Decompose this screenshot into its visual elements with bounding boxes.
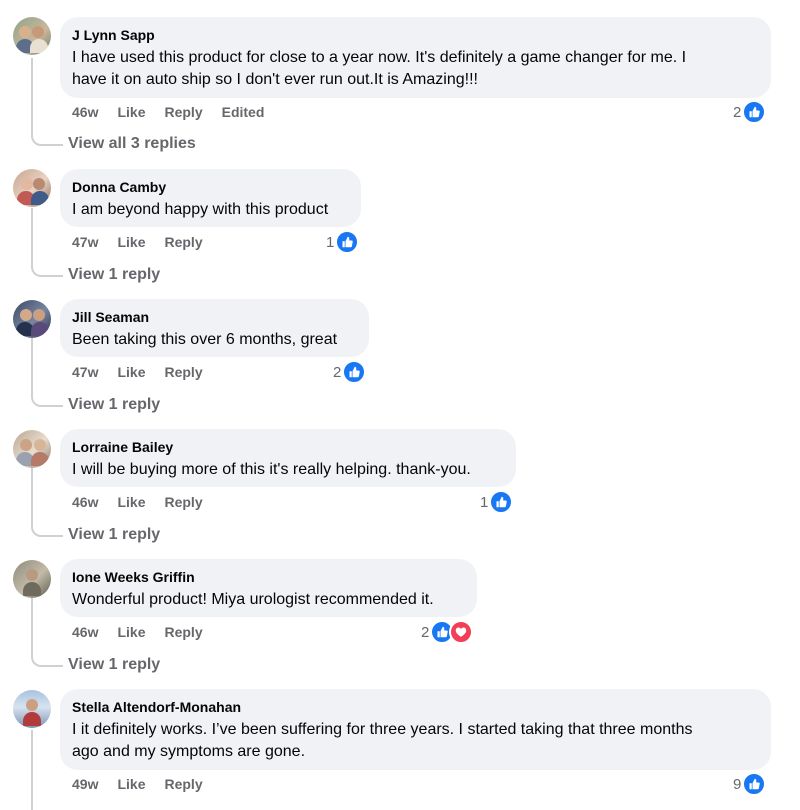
reaction-summary[interactable]: 9: [733, 772, 767, 796]
view-replies-link[interactable]: View all 3 replies: [68, 135, 196, 153]
comment-bubble: Jill Seaman Been taking this over 6 mont…: [60, 299, 369, 357]
comment-author[interactable]: Jill Seaman: [72, 308, 357, 326]
comment-text: I am beyond happy with this product: [72, 199, 349, 221]
like-button[interactable]: Like: [117, 494, 145, 510]
like-icon: [335, 230, 360, 254]
like-button[interactable]: Like: [117, 624, 145, 640]
reaction-summary[interactable]: 1: [480, 490, 514, 514]
avatar[interactable]: [13, 560, 51, 598]
thread-line: [31, 58, 63, 146]
reply-button[interactable]: Reply: [164, 494, 202, 510]
comment-text: I it definitely works. I’ve been sufferi…: [72, 719, 759, 763]
reply-button[interactable]: Reply: [164, 776, 202, 792]
thread-line: [31, 338, 63, 407]
thread-line: [31, 208, 63, 277]
timestamp-link[interactable]: 47w: [72, 234, 98, 250]
reaction-count: 2: [333, 363, 342, 381]
comment-text-line: I will be buying more of this it's reall…: [72, 461, 471, 478]
like-button[interactable]: Like: [117, 776, 145, 792]
reaction-summary[interactable]: 2: [421, 620, 474, 644]
comment-bubble: Ione Weeks Griffin Wonderful product! Mi…: [60, 559, 477, 617]
reply-button[interactable]: Reply: [164, 104, 202, 120]
comment-author[interactable]: J Lynn Sapp: [72, 26, 759, 44]
view-replies-link[interactable]: View 1 reply: [68, 396, 160, 414]
edited-label[interactable]: Edited: [222, 104, 265, 120]
view-replies-link[interactable]: View 1 reply: [68, 656, 160, 674]
comment-text: I have used this product for close to a …: [72, 47, 759, 91]
comment-bubble: Stella Altendorf-Monahan I it definitely…: [60, 689, 771, 770]
comment-author[interactable]: Donna Camby: [72, 178, 349, 196]
like-button[interactable]: Like: [117, 364, 145, 380]
comment-text-line: ago and my symptoms are gone.: [72, 743, 306, 760]
reaction-count: 9: [733, 775, 742, 793]
timestamp-link[interactable]: 49w: [72, 776, 98, 792]
reaction-summary[interactable]: 1: [326, 230, 360, 254]
like-button[interactable]: Like: [117, 104, 145, 120]
reply-button[interactable]: Reply: [164, 234, 202, 250]
thread-line: [31, 468, 63, 537]
reaction-count: 2: [733, 103, 742, 121]
comment-text-line: Wonderful product! Miya urologist recomm…: [72, 591, 434, 608]
avatar[interactable]: [13, 169, 51, 207]
reaction-count: 1: [326, 233, 335, 251]
comment-text-line: I am beyond happy with this product: [72, 201, 329, 218]
comment-bubble: J Lynn Sapp I have used this product for…: [60, 17, 771, 98]
comment-text: Wonderful product! Miya urologist recomm…: [72, 589, 465, 611]
timestamp-link[interactable]: 46w: [72, 624, 98, 640]
like-icon: [742, 100, 767, 124]
view-replies-link[interactable]: View 1 reply: [68, 266, 160, 284]
timestamp-link[interactable]: 47w: [72, 364, 98, 380]
comment-author[interactable]: Lorraine Bailey: [72, 438, 504, 456]
reply-button[interactable]: Reply: [164, 364, 202, 380]
timestamp-link[interactable]: 46w: [72, 494, 98, 510]
like-icon: [742, 772, 767, 796]
comment-bubble: Donna Camby I am beyond happy with this …: [60, 169, 361, 227]
thread-line: [31, 598, 63, 667]
reaction-count: 2: [421, 623, 430, 641]
comment-text: I will be buying more of this it's reall…: [72, 459, 504, 481]
thread-line: [31, 730, 63, 810]
avatar[interactable]: [13, 690, 51, 728]
comment-actions: 46w Like Reply: [72, 624, 203, 640]
reaction-summary[interactable]: 2: [733, 100, 767, 124]
comment-author[interactable]: Stella Altendorf-Monahan: [72, 698, 759, 716]
reaction-count: 1: [480, 493, 489, 511]
avatar[interactable]: [13, 300, 51, 338]
like-icon: [489, 490, 514, 514]
comment-actions: 46w Like Reply Edited: [72, 104, 264, 120]
comment-text-line: I it definitely works. I’ve been sufferi…: [72, 721, 693, 738]
comment-text-line: I have used this product for close to a …: [72, 49, 687, 66]
timestamp-link[interactable]: 46w: [72, 104, 98, 120]
heart-icon: [449, 620, 474, 644]
comment-bubble: Lorraine Bailey I will be buying more of…: [60, 429, 516, 487]
like-button[interactable]: Like: [117, 234, 145, 250]
comment-actions: 47w Like Reply: [72, 364, 203, 380]
comment-text-line: Been taking this over 6 months, great: [72, 331, 338, 348]
comment-actions: 47w Like Reply: [72, 234, 203, 250]
comment-actions: 46w Like Reply: [72, 494, 203, 510]
reply-button[interactable]: Reply: [164, 624, 202, 640]
comment-text: Been taking this over 6 months, great: [72, 329, 357, 351]
comment-author[interactable]: Ione Weeks Griffin: [72, 568, 465, 586]
view-replies-link[interactable]: View 1 reply: [68, 526, 160, 544]
comment-actions: 49w Like Reply: [72, 776, 203, 792]
avatar[interactable]: [13, 430, 51, 468]
comment-text-line: have it on auto ship so I don't ever run…: [72, 71, 478, 88]
avatar[interactable]: [13, 17, 51, 55]
like-icon: [342, 360, 367, 384]
reaction-summary[interactable]: 2: [333, 360, 367, 384]
